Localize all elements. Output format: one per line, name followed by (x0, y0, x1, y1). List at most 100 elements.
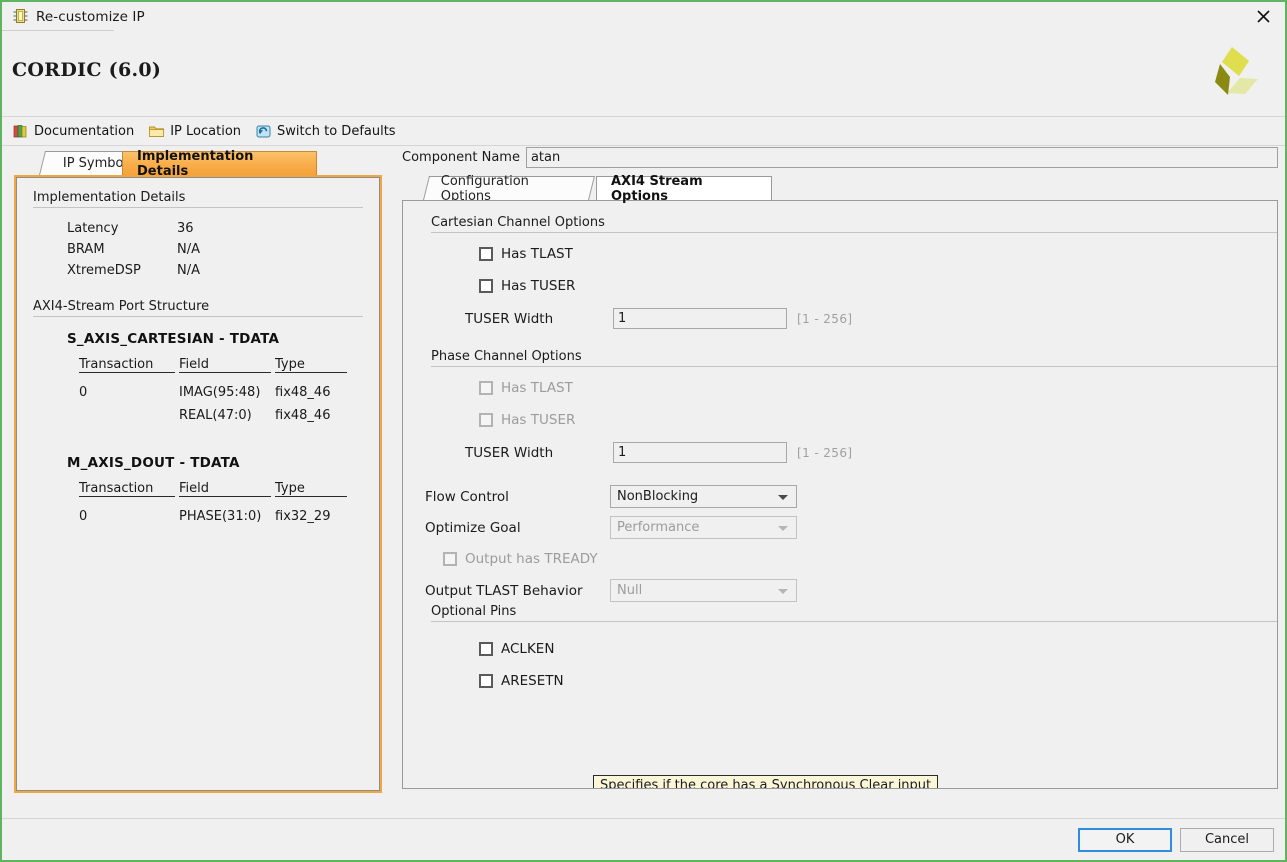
close-button[interactable] (1241, 2, 1285, 31)
checkbox-box-icon (479, 381, 493, 395)
ip-chip-icon (12, 8, 29, 25)
row-value: N/A (177, 242, 200, 257)
table-row: 0 IMAG(95:48) fix48_46 (79, 381, 363, 404)
range-hint: [1 - 256] (797, 445, 853, 460)
dropdown-value: Performance (617, 520, 700, 535)
column-header-field: Field (179, 357, 271, 373)
range-hint: [1 - 256] (797, 311, 853, 326)
checkbox-box-icon (479, 642, 493, 656)
row-value: N/A (177, 263, 200, 278)
field-label: TUSER Width (465, 444, 554, 461)
output-tlast-behavior-dropdown: Null (610, 579, 797, 602)
field-flow-control: Flow Control NonBlocking (425, 485, 1263, 508)
checkbox-label: ARESETN (501, 673, 564, 689)
toolbar-item-switch-to-defaults[interactable]: Switch to Defaults (255, 123, 396, 140)
row-key: BRAM (67, 242, 105, 257)
implementation-details-panel: Implementation Details Latency 36 BRAM N… (14, 175, 382, 793)
section-title-phase: Phase Channel Options (431, 349, 1277, 367)
row-value: 36 (177, 221, 194, 236)
ok-button[interactable]: OK (1078, 828, 1172, 852)
close-icon (1256, 10, 1270, 23)
implementation-details-group-title: Implementation Details (33, 190, 363, 208)
cell-type: fix32_29 (275, 509, 331, 524)
checkbox-label: Has TUSER (501, 412, 576, 428)
books-icon (12, 123, 29, 140)
checkbox-aclken[interactable]: ACLKEN (479, 641, 1263, 657)
field-output-tlast-behavior: Output TLAST Behavior Null (425, 579, 1263, 602)
tooltip: Specifies if the core has a Synchronous … (593, 775, 939, 788)
optimize-goal-dropdown: Performance (610, 516, 797, 539)
checkbox-phase-has-tlast: Has TLAST (479, 380, 1263, 396)
table-header: Transaction Field Type (79, 357, 363, 373)
right-column: Component Name Configuration Options AXI… (402, 146, 1278, 789)
section-label: Phase Channel Options (431, 349, 586, 364)
chevron-down-icon (778, 588, 788, 594)
checkbox-label: ACLKEN (501, 641, 555, 657)
chevron-down-icon (778, 525, 788, 531)
column-header-field: Field (179, 481, 271, 497)
table-row: 0 PHASE(31:0) fix32_29 (79, 505, 363, 528)
port-name-cartesian: S_AXIS_CARTESIAN - TDATA (67, 331, 280, 347)
toolbar-label: Documentation (34, 123, 135, 139)
dropdown-value: NonBlocking (617, 489, 699, 504)
phase-tuser-width-input[interactable] (613, 442, 787, 463)
left-tabstrip: IP Symbol Implementation Details (14, 149, 382, 179)
folder-icon (148, 123, 165, 140)
dialog-body: IP Symbol Implementation Details Impleme… (2, 146, 1285, 818)
title-bar: Re-customize IP (2, 2, 1285, 31)
column-header-type: Type (275, 481, 347, 497)
field-label: Flow Control (425, 488, 509, 505)
tab-label: Implementation Details (137, 148, 254, 179)
component-name-row: Component Name (402, 146, 1278, 168)
field-label: Optimize Goal (425, 519, 521, 536)
left-column: IP Symbol Implementation Details Impleme… (14, 149, 382, 793)
re-customize-ip-window: Re-customize IP CORDIC (6.0) Documentati… (0, 0, 1287, 862)
checkbox-cartesian-has-tuser[interactable]: Has TUSER (479, 278, 1263, 294)
tab-configuration-options[interactable]: Configuration Options (423, 174, 595, 204)
section-label: Optional Pins (431, 604, 521, 619)
window-title: Re-customize IP (36, 8, 145, 25)
tab-axi4-stream-options[interactable]: AXI4 Stream Options (596, 174, 772, 204)
section-title-optional-pins: Optional Pins (431, 604, 1277, 622)
checkbox-box-icon (479, 279, 493, 293)
toolbar-item-documentation[interactable]: Documentation (12, 123, 134, 140)
cell-transaction (79, 404, 179, 427)
cartesian-tuser-width-input[interactable] (613, 308, 787, 329)
core-header: CORDIC (6.0) (2, 31, 1285, 117)
tab-implementation-details[interactable]: Implementation Details (122, 149, 317, 179)
cancel-button[interactable]: Cancel (1180, 828, 1274, 852)
checkbox-aresetn[interactable]: ARESETN (479, 673, 1263, 689)
checkbox-phase-has-tuser: Has TUSER (479, 412, 1263, 428)
component-name-label: Component Name (402, 149, 520, 165)
cell-transaction: 0 (79, 509, 88, 524)
field-label: TUSER Width (465, 310, 554, 327)
cell-type: fix48_46 (275, 385, 331, 400)
dialog-footer: OK Cancel (2, 818, 1285, 860)
section-title-cartesian: Cartesian Channel Options (431, 215, 1277, 233)
component-name-input[interactable] (525, 146, 1278, 168)
cell-field: PHASE(31:0) (179, 509, 262, 524)
toolbar-item-ip-location[interactable]: IP Location (148, 123, 241, 140)
port-table-cartesian: Transaction Field Type 0 IMAG(95:48) fix… (79, 357, 363, 427)
row-key: Latency (67, 221, 119, 236)
port-structure-group-title: AXI4-Stream Port Structure (33, 299, 363, 317)
field-optimize-goal: Optimize Goal Performance (425, 516, 1263, 539)
toolbar: Documentation IP Location Switch to Defa… (2, 117, 1285, 146)
flow-control-dropdown[interactable]: NonBlocking (610, 485, 797, 508)
table-header: Transaction Field Type (79, 481, 363, 497)
cell-field: REAL(47:0) (179, 408, 252, 423)
checkbox-box-icon (479, 413, 493, 427)
field-label: Output TLAST Behavior (425, 582, 583, 599)
checkbox-box-icon (443, 552, 457, 566)
checkbox-cartesian-has-tlast[interactable]: Has TLAST (479, 246, 1263, 262)
port-table-dout: Transaction Field Type 0 PHASE(31:0) fix… (79, 481, 363, 528)
refresh-icon (255, 123, 272, 140)
core-title: CORDIC (6.0) (12, 59, 162, 81)
table-row: XtremeDSP N/A (67, 260, 363, 281)
column-header-type: Type (275, 357, 347, 373)
tab-label: Configuration Options (440, 173, 530, 204)
table-row: REAL(47:0) fix48_46 (79, 404, 363, 427)
tab-label: AXI4 Stream Options (611, 173, 703, 204)
cell-field: IMAG(95:48) (179, 385, 261, 400)
implementation-details-table: Latency 36 BRAM N/A XtremeDSP N/A (67, 218, 363, 281)
